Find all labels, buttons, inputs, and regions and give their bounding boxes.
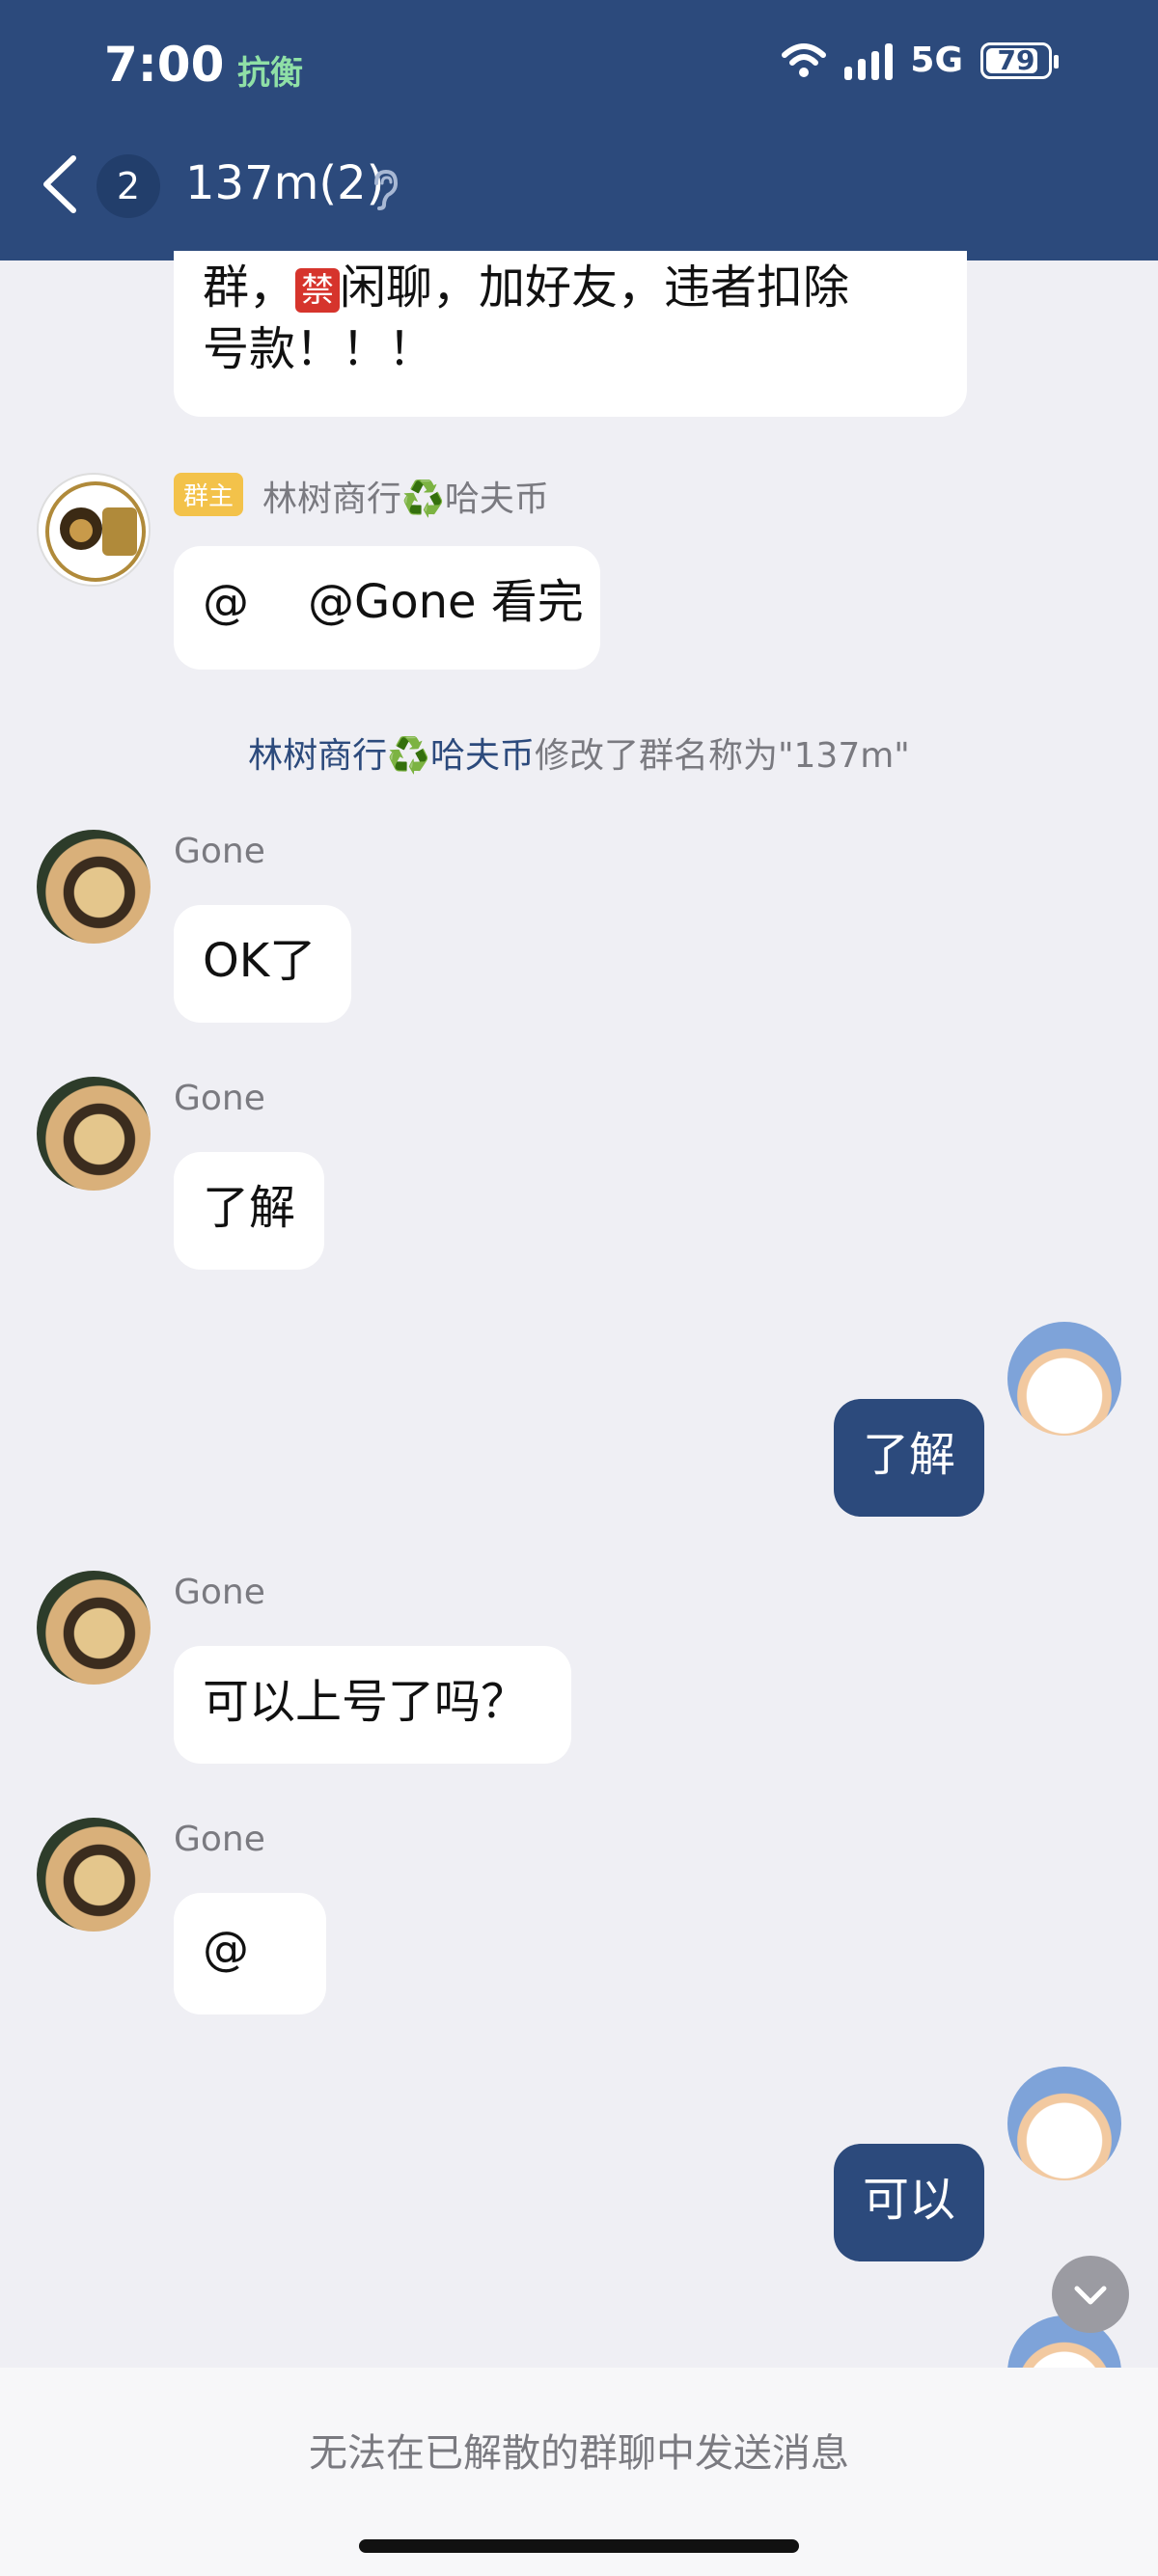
sender-name: Gone [174,832,265,871]
message-bubble[interactable]: 了解 [174,1152,324,1270]
system-message-actor[interactable]: 林树商行♻️哈夫币 [248,736,535,776]
avatar-gone[interactable] [37,1077,151,1191]
sender-name: Gone [174,1573,265,1612]
sender-name: Gone [174,1079,265,1118]
signal-icon [844,41,894,80]
top-bar: 7:00 抗衡 5G 79 2 137m(2) [0,0,1158,260]
message-bubble[interactable]: @ [174,1893,326,2014]
message-text: OK了 [203,934,317,988]
message-bubble[interactable]: 可以上号了吗？ [174,1646,571,1764]
sender-name: 林树商行♻️哈夫币 [262,480,549,519]
avatar-group-owner[interactable] [37,473,151,587]
network-type: 5G [910,41,963,80]
message-bubble[interactable]: @ @Gone 看完 [174,546,600,670]
status-icons: 5G 79 [781,41,1059,80]
avatar-me[interactable] [1007,2067,1121,2180]
status-time: 7:00 [104,37,225,93]
sender-name: Gone [174,1820,265,1859]
scroll-to-bottom-button[interactable] [1052,2256,1129,2333]
unread-badge[interactable]: 2 [96,154,160,218]
disbanded-notice: 无法在已解散的群聊中发送消息 [309,2431,849,2476]
wifi-icon [782,42,827,77]
battery-level: 79 [997,43,1035,76]
avatar-gone[interactable] [37,1571,151,1685]
forbidden-emoji-icon: 禁 [295,268,341,313]
my-message-bubble[interactable]: 可以 [834,2144,984,2261]
back-chevron-icon[interactable] [39,152,81,216]
owner-role-badge: 群主 [174,473,244,516]
chevron-down-icon [1074,2286,1107,2305]
message-text: 了解 [863,1428,956,1482]
chat-title[interactable]: 137m(2) [185,156,384,210]
my-message-bubble[interactable]: 了解 [834,1399,984,1517]
message-text: 可以上号了吗？ [203,1675,528,1729]
message-text: @ [203,1922,249,1976]
system-message-text: 修改了群名称为"137m" [534,736,910,776]
battery-icon: 79 [980,41,1059,79]
lion-logo-icon [45,481,146,582]
message-text-line2: 号款！！！ [203,322,435,376]
message-bubble[interactable]: OK了 [174,905,351,1023]
avatar-gone[interactable] [37,830,151,944]
message-text: 了解 [203,1181,296,1235]
message-bubble[interactable]: 群，禁闲聊，加好友，违者扣除 号款！！！ [174,251,967,417]
ear-icon[interactable] [369,168,401,210]
message-text: @ @Gone 看完 [203,575,584,629]
avatar-me[interactable] [1007,1322,1121,1436]
home-indicator[interactable] [359,2539,799,2553]
message-text: 可以 [863,2173,956,2227]
message-text-line1: 群，禁闲聊，加好友，违者扣除 [203,260,850,315]
status-carrier: 抗衡 [237,54,303,93]
avatar-gone[interactable] [37,1818,151,1932]
system-message: 林树商行♻️哈夫币修改了群名称为"137m" [0,727,1158,778]
